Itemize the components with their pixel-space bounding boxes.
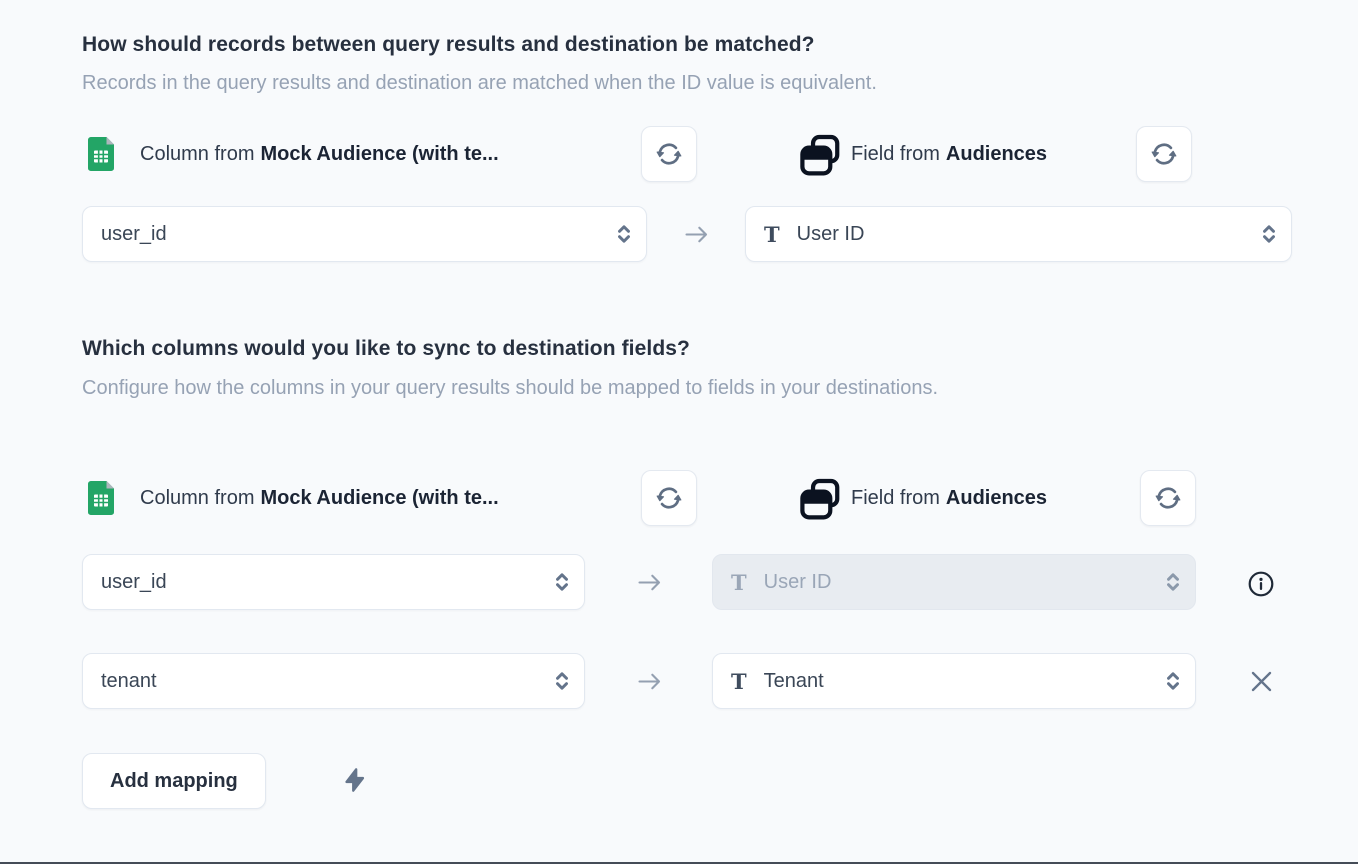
chevron-up-down-icon — [1164, 570, 1182, 594]
info-icon[interactable] — [1247, 570, 1275, 598]
refresh-icon — [1151, 141, 1177, 167]
destination-header-name: Audiences — [946, 487, 1047, 510]
arrow-right-icon — [636, 672, 663, 696]
chevron-up-down-icon — [553, 570, 571, 594]
chevron-up-down-icon — [1260, 222, 1278, 246]
lightning-bolt-icon[interactable] — [343, 767, 367, 795]
chevron-up-down-icon — [1164, 669, 1182, 693]
destination-header-name: Audiences — [946, 143, 1047, 166]
sync-destination-field-select: T User ID — [712, 554, 1196, 610]
matching-section-title: How should records between query results… — [82, 33, 815, 57]
destination-field-header: Field from Audiences — [851, 126, 1047, 182]
matching-section-subtitle: Records in the query results and destina… — [82, 63, 877, 103]
source-column-header: Column from Mock Audience (with te... — [140, 470, 499, 526]
chevron-up-down-icon — [553, 669, 571, 693]
arrow-right-icon — [636, 573, 663, 597]
select-value: tenant — [101, 670, 157, 693]
select-value: user_id — [101, 223, 167, 246]
audiences-card-icon — [798, 476, 842, 527]
match-source-column-select[interactable]: user_id — [82, 206, 647, 262]
google-sheets-icon — [88, 137, 114, 176]
source-header-prefix: Column from — [140, 487, 254, 510]
sync-section-title: Which columns would you like to sync to … — [82, 337, 690, 361]
google-sheets-icon — [88, 481, 114, 520]
refresh-icon — [656, 141, 682, 167]
source-column-header: Column from Mock Audience (with te... — [140, 126, 499, 182]
text-type-icon: T — [764, 222, 780, 247]
sync-source-column-select[interactable]: tenant — [82, 653, 585, 709]
close-icon[interactable] — [1246, 666, 1277, 697]
sync-destination-field-select[interactable]: T Tenant — [712, 653, 1196, 709]
chevron-up-down-icon — [615, 222, 633, 246]
sync-source-column-select[interactable]: user_id — [82, 554, 585, 610]
refresh-destination-fields-button[interactable] — [1140, 470, 1196, 526]
select-value: user_id — [101, 571, 167, 594]
text-type-icon: T — [731, 669, 747, 694]
field-mapping-panel: How should records between query results… — [0, 0, 1358, 864]
destination-header-prefix: Field from — [851, 487, 940, 510]
destination-header-prefix: Field from — [851, 143, 940, 166]
source-header-prefix: Column from — [140, 143, 254, 166]
destination-field-header: Field from Audiences — [851, 470, 1047, 526]
sync-section-subtitle: Configure how the columns in your query … — [82, 368, 1152, 408]
refresh-icon — [1155, 485, 1181, 511]
refresh-source-columns-button[interactable] — [641, 470, 697, 526]
refresh-icon — [656, 485, 682, 511]
select-value: User ID — [797, 223, 865, 246]
source-header-name: Mock Audience (with te... — [260, 487, 498, 510]
source-header-name: Mock Audience (with te... — [260, 143, 498, 166]
refresh-source-columns-button[interactable] — [641, 126, 697, 182]
select-value: Tenant — [764, 670, 824, 693]
select-value: User ID — [764, 571, 832, 594]
arrow-right-icon — [683, 225, 710, 249]
refresh-destination-fields-button[interactable] — [1136, 126, 1192, 182]
text-type-icon: T — [731, 570, 747, 595]
audiences-card-icon — [798, 132, 842, 183]
add-mapping-button[interactable]: Add mapping — [82, 753, 266, 809]
match-destination-field-select[interactable]: T User ID — [745, 206, 1292, 262]
